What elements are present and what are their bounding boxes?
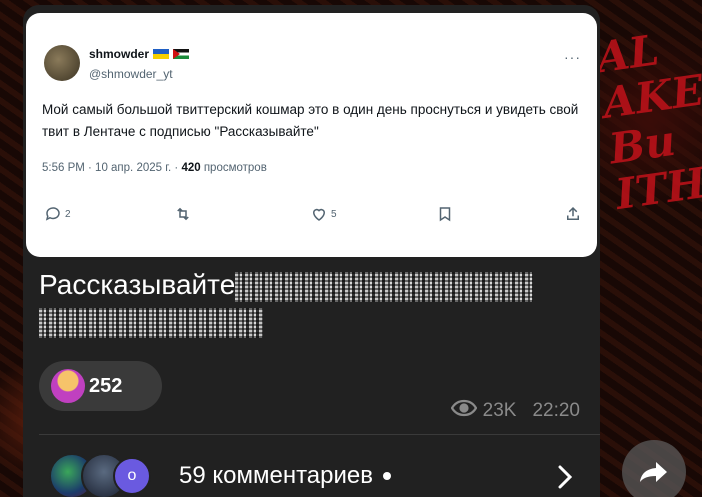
comments-bar[interactable]: o 59 комментариев: [49, 451, 600, 497]
divider: [39, 434, 600, 435]
commenter-avatar-letter: o: [113, 457, 151, 495]
tweet-meta: 5:56 PM · 10 апр. 2025 г. · 420 просмотр…: [42, 162, 267, 174]
heart-icon: [312, 208, 326, 221]
chevron-right-icon: [558, 465, 572, 489]
message-meta: 23K 22:20: [450, 399, 580, 423]
tweet-handle: @shmowder_yt: [89, 67, 173, 81]
tweet-name-row: shmowder: [89, 47, 190, 61]
tweet-views-label: просмотров: [200, 162, 267, 174]
tweet-screenshot: shmowder @shmowder_yt ··· Мой самый боль…: [26, 13, 597, 257]
shrug-emoji-icon: [51, 369, 85, 403]
bookmark-action: [436, 205, 454, 223]
comments-label: 59 комментариев: [179, 462, 374, 489]
reaction-count: 252: [89, 374, 123, 397]
reply-count: 2: [65, 208, 71, 220]
channel-post: shmowder @shmowder_yt ··· Мой самый боль…: [23, 5, 600, 497]
spoiler-text-line2[interactable]: [39, 307, 263, 338]
ukraine-flag-icon: [153, 49, 170, 59]
tweet-author-name: shmowder: [89, 47, 150, 61]
like-action: 5: [310, 205, 337, 223]
tweet-view-count: 420: [181, 162, 201, 174]
retweet-action: [174, 205, 192, 223]
reply-action: 2: [44, 205, 71, 223]
tweet-text: Мой самый большой твиттерский кошмар это…: [42, 102, 579, 139]
reply-icon: [45, 207, 60, 221]
tweet-avatar: [44, 45, 80, 81]
upload-icon: [567, 206, 579, 220]
reaction-chip[interactable]: 252: [39, 361, 162, 411]
tweet-actions: 2 5: [42, 205, 582, 227]
tweet-timestamp: 5:56 PM · 10 апр. 2025 г. ·: [42, 162, 182, 174]
bookmark-icon: [439, 207, 451, 222]
message-time: 22:20: [532, 400, 580, 421]
eye-icon: [450, 399, 477, 423]
message-views: 23K: [482, 400, 517, 421]
message-caption: Рассказывайте: [39, 269, 236, 300]
palestine-flag-icon: [173, 49, 190, 59]
forward-button[interactable]: [622, 440, 686, 497]
unread-dot: [383, 472, 392, 480]
spoiler-text[interactable]: [235, 271, 534, 302]
message-text: Рассказывайте: [39, 267, 579, 339]
more-icon: ···: [564, 49, 581, 65]
retweet-icon: [177, 207, 189, 221]
forward-arrow-icon: [640, 462, 667, 482]
like-count: 5: [331, 208, 337, 220]
share-action: [564, 205, 582, 223]
